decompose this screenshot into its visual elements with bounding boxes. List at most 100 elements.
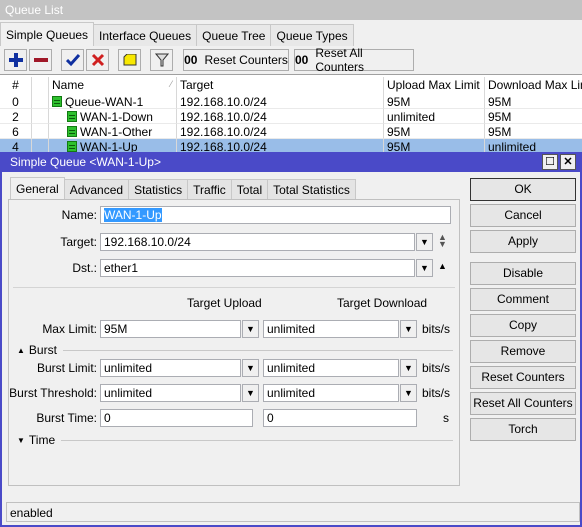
disable-button[interactable]: Disable xyxy=(470,262,576,285)
col-num[interactable]: # xyxy=(0,77,32,94)
maximize-icon: ☐ xyxy=(545,156,555,168)
copy-button[interactable]: Copy xyxy=(470,314,576,337)
max-limit-upload-input[interactable]: 95M xyxy=(100,320,241,338)
burst-threshold-download-input[interactable]: unlimited xyxy=(263,384,399,402)
dst-dropdown[interactable]: ▼ xyxy=(416,259,433,277)
reset-counters-button[interactable]: 00 Reset Counters xyxy=(183,49,289,71)
tab-interface-queues[interactable]: Interface Queues xyxy=(93,24,198,46)
tab-advanced[interactable]: Advanced xyxy=(63,179,130,199)
target-download-header: Target Download xyxy=(337,296,428,310)
burst-section-toggle[interactable]: ▲ Burst xyxy=(17,343,453,357)
filter-button[interactable] xyxy=(150,49,173,71)
dialog-titlebar[interactable]: Simple Queue <WAN-1-Up> ☐ ✕ xyxy=(2,152,580,172)
maximize-button[interactable]: ☐ xyxy=(542,154,558,170)
disable-button[interactable] xyxy=(86,49,109,71)
burst-time-label: Burst Time: xyxy=(36,411,97,425)
col-upload-max[interactable]: Upload Max Limit xyxy=(384,77,485,94)
dropdown-arrow-icon: ▼ xyxy=(246,388,255,398)
dst-label: Dst.: xyxy=(72,261,97,275)
remove-button[interactable] xyxy=(29,49,52,71)
table-row[interactable]: 0 Queue-WAN-1 192.168.10.0/24 95M 95M xyxy=(0,94,582,109)
max-limit-download-dropdown[interactable]: ▼ xyxy=(400,320,417,338)
apply-button[interactable]: Apply xyxy=(470,230,576,253)
ok-button[interactable]: OK xyxy=(470,178,576,201)
enable-button[interactable] xyxy=(61,49,84,71)
simple-queue-dialog: Simple Queue <WAN-1-Up> ☐ ✕ General Adva… xyxy=(0,152,582,527)
toolbar: 00 Reset Counters 00 Reset All Counters xyxy=(0,46,582,74)
time-section-toggle[interactable]: ▼ Time xyxy=(17,433,453,447)
burst-limit-download-dropdown[interactable]: ▼ xyxy=(400,359,417,377)
name-label: Name: xyxy=(61,208,97,222)
minus-icon xyxy=(33,58,48,62)
counter-icon: 00 xyxy=(295,53,309,67)
cancel-button[interactable]: Cancel xyxy=(470,204,576,227)
max-limit-download-input[interactable]: unlimited xyxy=(263,320,399,338)
table-row[interactable]: 2 WAN-1-Down 192.168.10.0/24 unlimited 9… xyxy=(0,109,582,124)
table-row[interactable]: 6 WAN-1-Other 192.168.10.0/24 95M 95M xyxy=(0,124,582,139)
tab-total[interactable]: Total xyxy=(230,179,269,199)
check-icon xyxy=(65,54,80,67)
close-button[interactable]: ✕ xyxy=(560,154,576,170)
col-target[interactable]: Target xyxy=(177,77,384,94)
queue-icon xyxy=(67,126,77,137)
add-button[interactable] xyxy=(4,49,27,71)
burst-time-download-input[interactable]: 0 xyxy=(263,409,417,427)
burst-threshold-upload-input[interactable]: unlimited xyxy=(100,384,241,402)
unit-label: s xyxy=(443,411,449,425)
plus-icon xyxy=(8,53,23,67)
target-label: Target: xyxy=(60,235,97,249)
note-icon xyxy=(123,54,136,66)
unit-label: bits/s xyxy=(422,322,451,336)
expand-down-icon: ▼ xyxy=(17,435,25,445)
filter-icon xyxy=(154,53,169,67)
remove-button[interactable]: Remove xyxy=(470,340,576,363)
comment-button[interactable]: Comment xyxy=(470,288,576,311)
target-input[interactable]: 192.168.10.0/24 xyxy=(100,233,415,251)
updown-icon[interactable]: ▲ ▼ xyxy=(438,233,447,249)
tab-queue-types[interactable]: Queue Types xyxy=(270,24,354,46)
burst-threshold-label: Burst Threshold: xyxy=(9,386,97,400)
burst-time-upload-input[interactable]: 0 xyxy=(100,409,253,427)
unit-label: bits/s xyxy=(422,386,451,400)
divider xyxy=(13,287,455,288)
queue-icon xyxy=(52,96,62,107)
dialog-title: Simple Queue <WAN-1-Up> xyxy=(10,155,161,169)
window-title: Queue List xyxy=(0,0,582,20)
burst-threshold-download-dropdown[interactable]: ▼ xyxy=(400,384,417,402)
col-download-max[interactable]: Download Max Limit xyxy=(485,77,582,94)
target-upload-header: Target Upload xyxy=(187,296,262,310)
col-name[interactable]: Name ⁄ xyxy=(49,77,177,94)
dropdown-arrow-icon: ▼ xyxy=(404,388,413,398)
tab-statistics[interactable]: Statistics xyxy=(128,179,189,199)
name-input[interactable]: WAN-1-Up xyxy=(100,206,451,224)
comment-button[interactable] xyxy=(118,49,141,71)
status-bar: enabled xyxy=(6,502,580,522)
burst-limit-upload-dropdown[interactable]: ▼ xyxy=(242,359,259,377)
reset-all-counters-button[interactable]: 00 Reset All Counters xyxy=(294,46,414,74)
max-limit-label: Max Limit: xyxy=(42,322,97,336)
burst-limit-upload-input[interactable]: unlimited xyxy=(100,359,241,377)
burst-limit-download-input[interactable]: unlimited xyxy=(263,359,399,377)
x-icon xyxy=(91,53,104,67)
tab-total-statistics[interactable]: Total Statistics xyxy=(267,179,356,199)
tab-simple-queues[interactable]: Simple Queues xyxy=(0,22,95,46)
max-limit-upload-dropdown[interactable]: ▼ xyxy=(242,320,259,338)
unit-label: bits/s xyxy=(422,361,451,375)
col-flag[interactable] xyxy=(32,77,49,94)
burst-limit-label: Burst Limit: xyxy=(36,361,97,375)
general-panel: Name: WAN-1-Up Target: 192.168.10.0/24 ▼… xyxy=(8,199,460,486)
burst-threshold-upload-dropdown[interactable]: ▼ xyxy=(242,384,259,402)
tab-general[interactable]: General xyxy=(10,177,65,199)
dropdown-arrow-icon: ▼ xyxy=(246,363,255,373)
tab-traffic[interactable]: Traffic xyxy=(187,179,232,199)
tab-queue-tree[interactable]: Queue Tree xyxy=(196,24,272,46)
torch-button[interactable]: Torch xyxy=(470,418,576,441)
collapse-up-icon[interactable]: ▲ xyxy=(438,261,447,271)
dialog-tabs: General Advanced Statistics Traffic Tota… xyxy=(10,177,356,199)
counter-icon: 00 xyxy=(184,53,198,67)
dst-input[interactable]: ether1 xyxy=(100,259,415,277)
target-dropdown[interactable]: ▼ xyxy=(416,233,433,251)
reset-all-counters-button[interactable]: Reset All Counters xyxy=(470,392,576,415)
dropdown-arrow-icon: ▼ xyxy=(246,324,255,334)
reset-counters-button[interactable]: Reset Counters xyxy=(470,366,576,389)
